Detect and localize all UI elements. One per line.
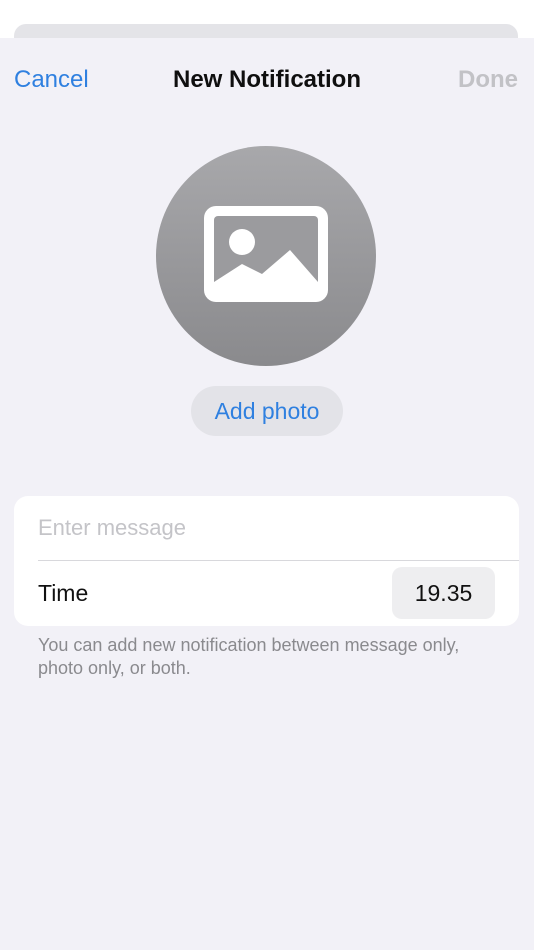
photo-placeholder[interactable]: [156, 146, 376, 366]
time-picker[interactable]: 19.35: [392, 567, 495, 619]
done-button[interactable]: Done: [458, 66, 518, 94]
new-notification-sheet: Cancel New Notification Done Add photo T…: [0, 38, 534, 950]
add-photo-button[interactable]: Add photo: [191, 386, 343, 436]
navigation-bar: Cancel New Notification Done: [0, 38, 534, 124]
photo-placeholder-icon: [204, 206, 328, 302]
helper-text: You can add new notification between mes…: [38, 635, 460, 678]
message-input[interactable]: [38, 496, 498, 560]
page-title: New Notification: [172, 66, 361, 93]
form-divider: [38, 560, 519, 561]
time-label: Time: [38, 580, 89, 606]
notification-form: Time 19.35: [14, 496, 519, 626]
